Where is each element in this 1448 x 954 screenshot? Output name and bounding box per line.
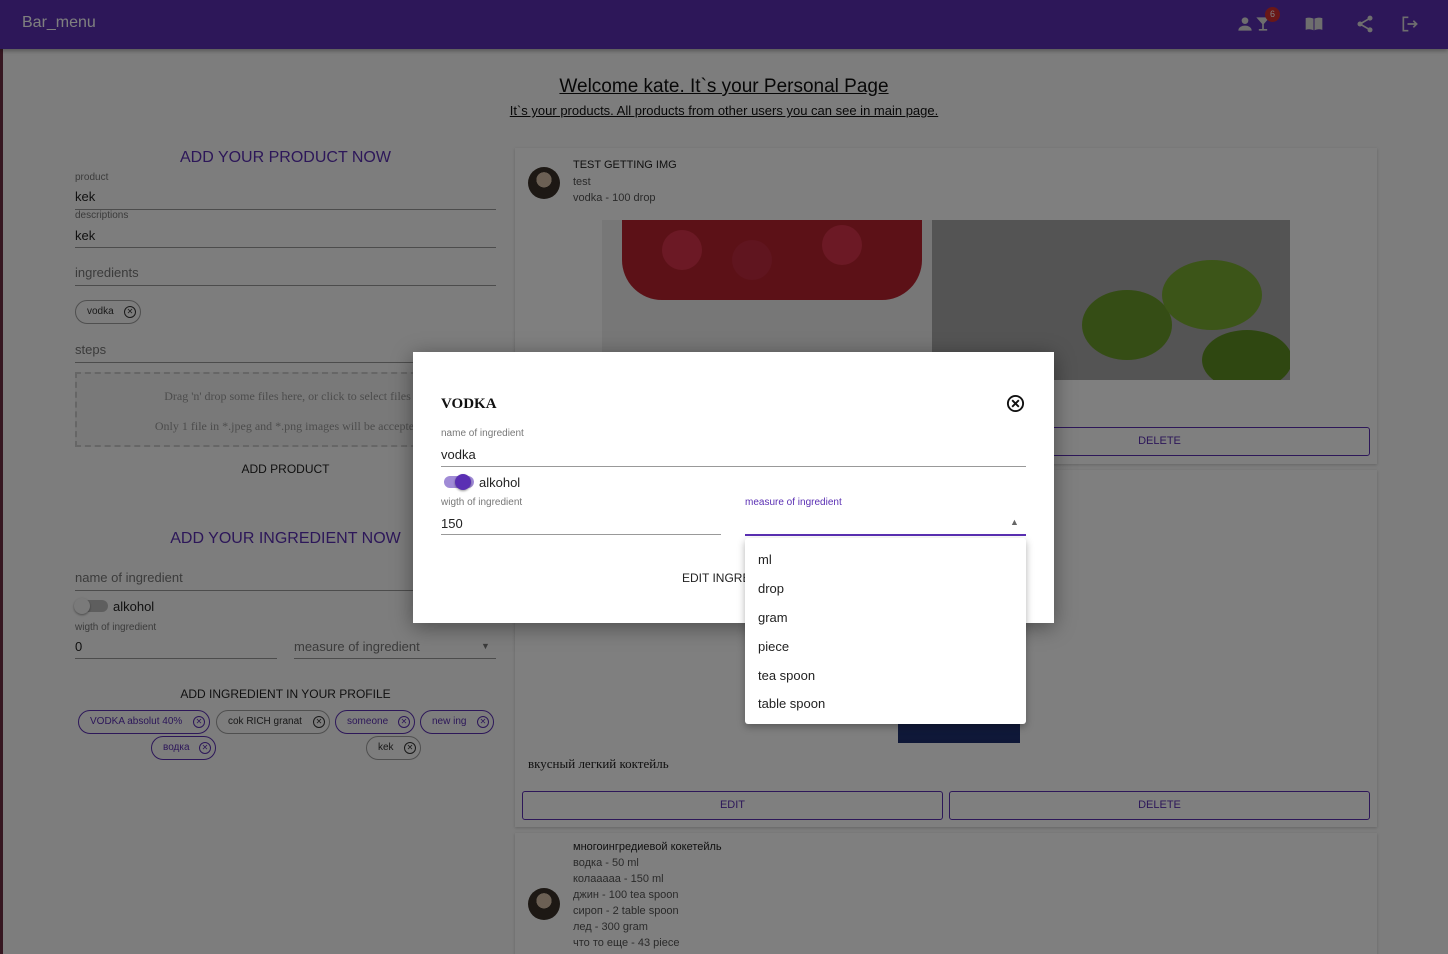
menu-item-ml[interactable]: ml xyxy=(758,552,772,567)
width-underline xyxy=(441,534,721,535)
close-icon[interactable] xyxy=(1006,394,1025,413)
width-input[interactable]: 150 xyxy=(441,516,463,531)
menu-item-drop[interactable]: drop xyxy=(758,581,784,596)
alkohol-label: alkohol xyxy=(479,475,521,490)
dropdown-arrow-icon[interactable]: ▲ xyxy=(1010,517,1019,527)
name-input[interactable]: vodka xyxy=(441,447,476,462)
alkohol-switch-knob[interactable] xyxy=(455,474,471,490)
menu-item-table-spoon[interactable]: table spoon xyxy=(758,696,825,711)
measure-label: measure of ingredient xyxy=(745,497,842,508)
name-label: name of ingredient xyxy=(441,428,524,439)
width-label: wigth of ingredient xyxy=(441,497,523,508)
measure-select[interactable] xyxy=(745,534,1026,536)
measure-dropdown-menu: ml drop gram piece tea spoon table spoon xyxy=(745,538,1026,724)
menu-item-piece[interactable]: piece xyxy=(758,639,789,654)
dialog-title: VODKA xyxy=(441,396,497,412)
name-underline xyxy=(441,466,1026,467)
menu-item-gram[interactable]: gram xyxy=(758,610,788,625)
menu-item-tea-spoon[interactable]: tea spoon xyxy=(758,668,815,683)
